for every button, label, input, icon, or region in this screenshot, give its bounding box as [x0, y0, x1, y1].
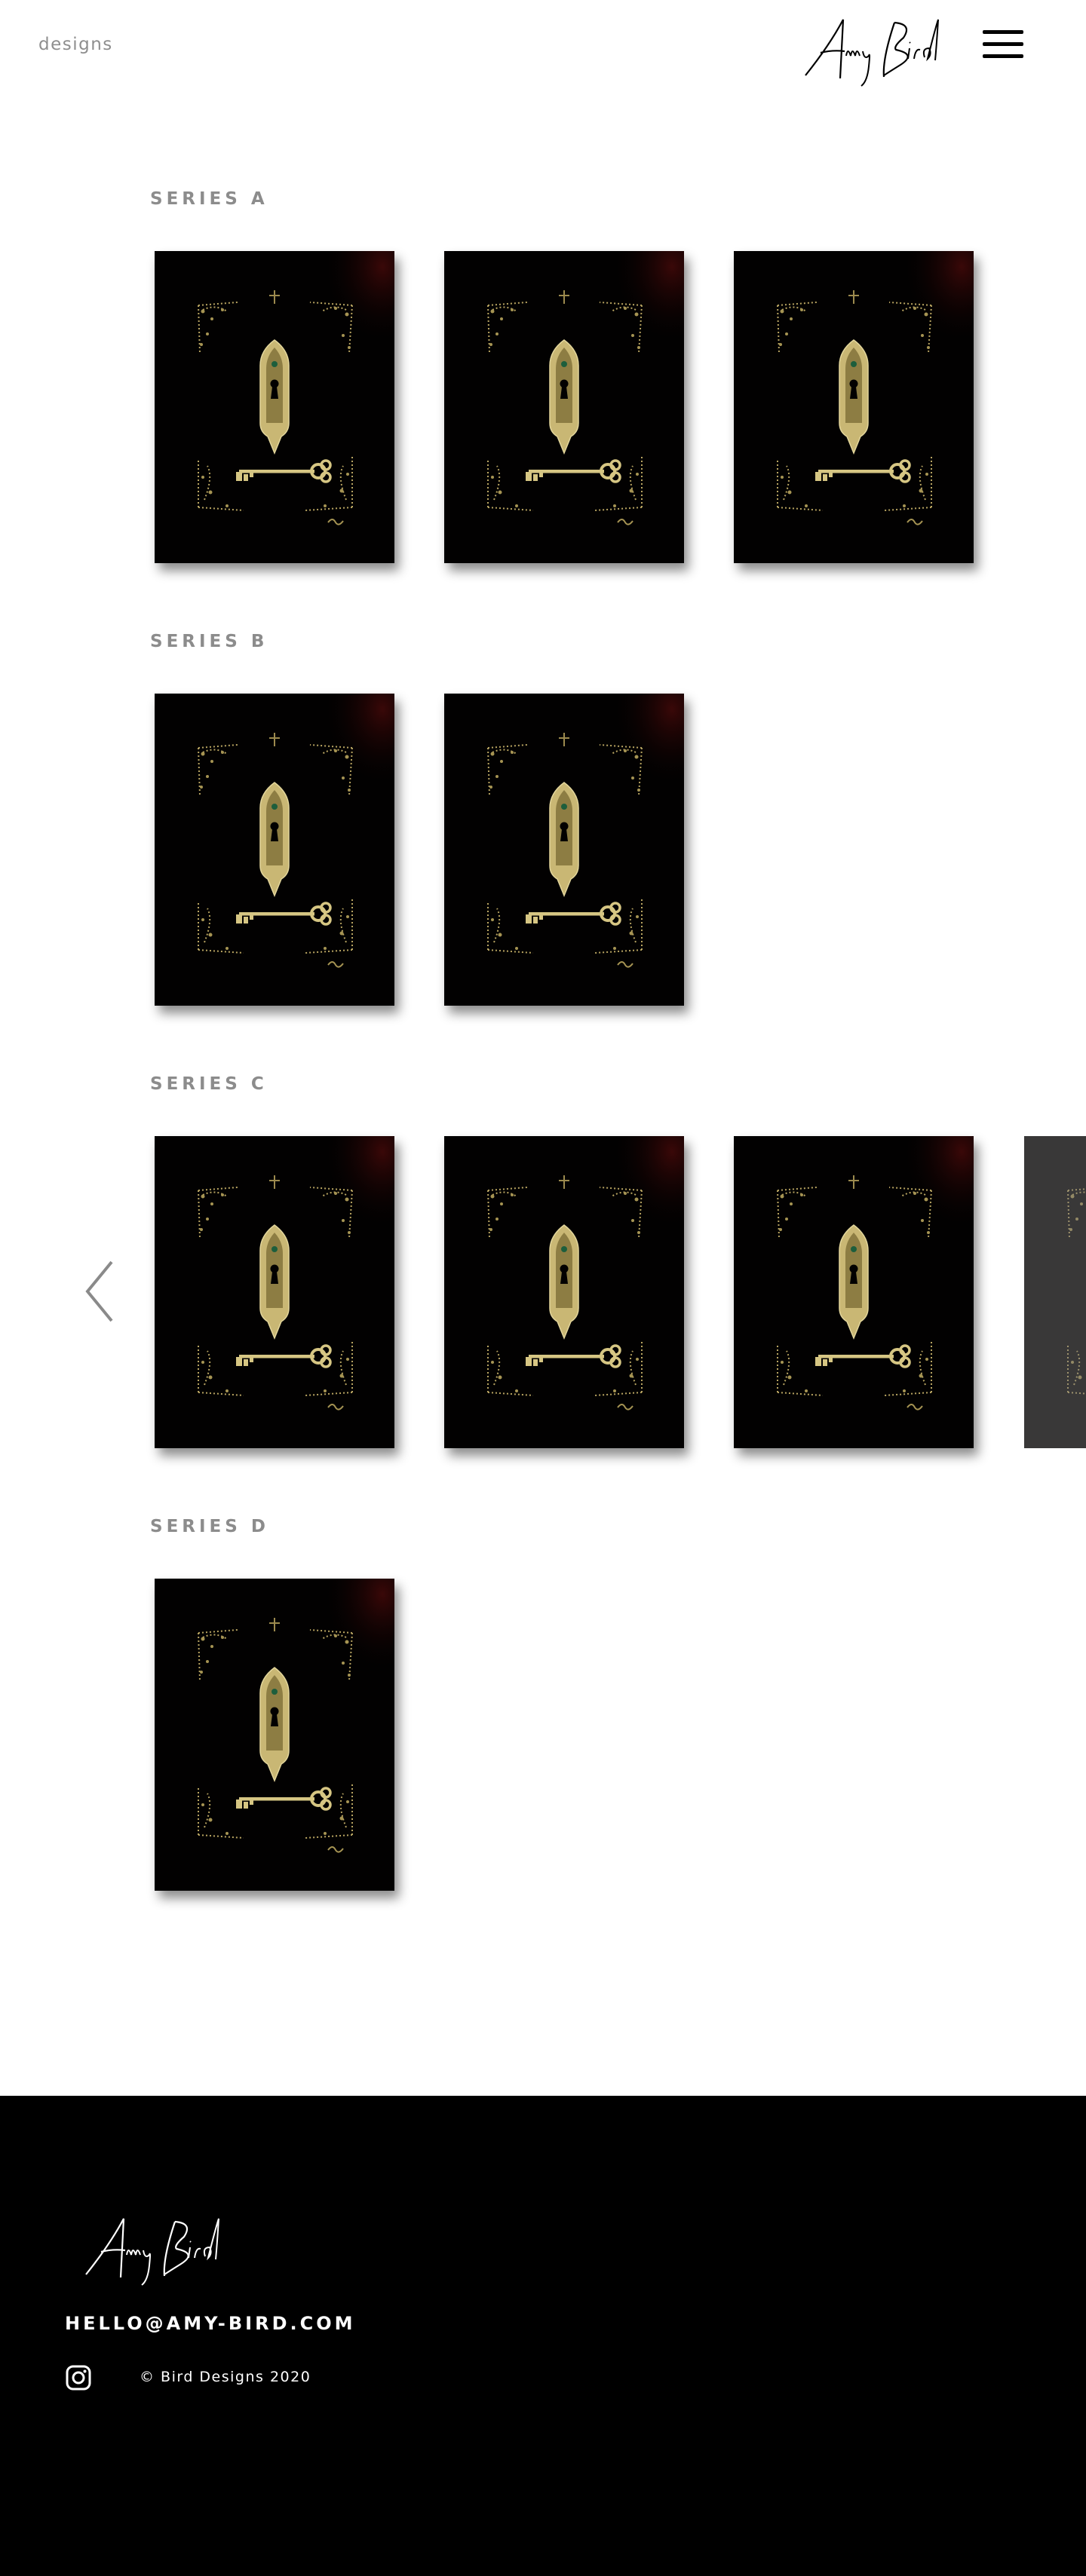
copyright-text: © Bird Designs 2020	[140, 2369, 311, 2385]
site-header: designs	[0, 0, 1086, 106]
series-c-image-1[interactable]	[155, 1136, 394, 1448]
footer-email-link[interactable]: HELLO@AMY-BIRD.COM	[65, 2313, 356, 2334]
series-c-image-4[interactable]	[1024, 1136, 1086, 1448]
series-c-image-2[interactable]	[444, 1136, 684, 1448]
series-c-title: SERIES C	[150, 1074, 268, 1094]
series-a-image-2[interactable]	[444, 251, 684, 563]
logo-signature[interactable]	[784, 14, 965, 89]
series-a-image-1[interactable]	[155, 251, 394, 563]
series-b-image-2[interactable]	[444, 694, 684, 1006]
chevron-left-icon[interactable]	[81, 1257, 118, 1325]
footer-logo-signature[interactable]	[65, 2213, 246, 2288]
series-a-title: SERIES A	[150, 189, 268, 209]
series-d-title: SERIES D	[150, 1517, 269, 1536]
series-b-title: SERIES B	[150, 632, 268, 651]
instagram-icon[interactable]	[65, 2364, 92, 2391]
series-c-image-3[interactable]	[734, 1136, 974, 1448]
series-b-image-1[interactable]	[155, 694, 394, 1006]
site-footer: HELLO@AMY-BIRD.COM © Bird Designs 2020	[0, 2096, 1086, 2576]
series-d-image-1[interactable]	[155, 1579, 394, 1891]
series-a-image-3[interactable]	[734, 251, 974, 563]
page-label: designs	[38, 35, 113, 54]
hamburger-menu-icon[interactable]	[983, 29, 1025, 60]
